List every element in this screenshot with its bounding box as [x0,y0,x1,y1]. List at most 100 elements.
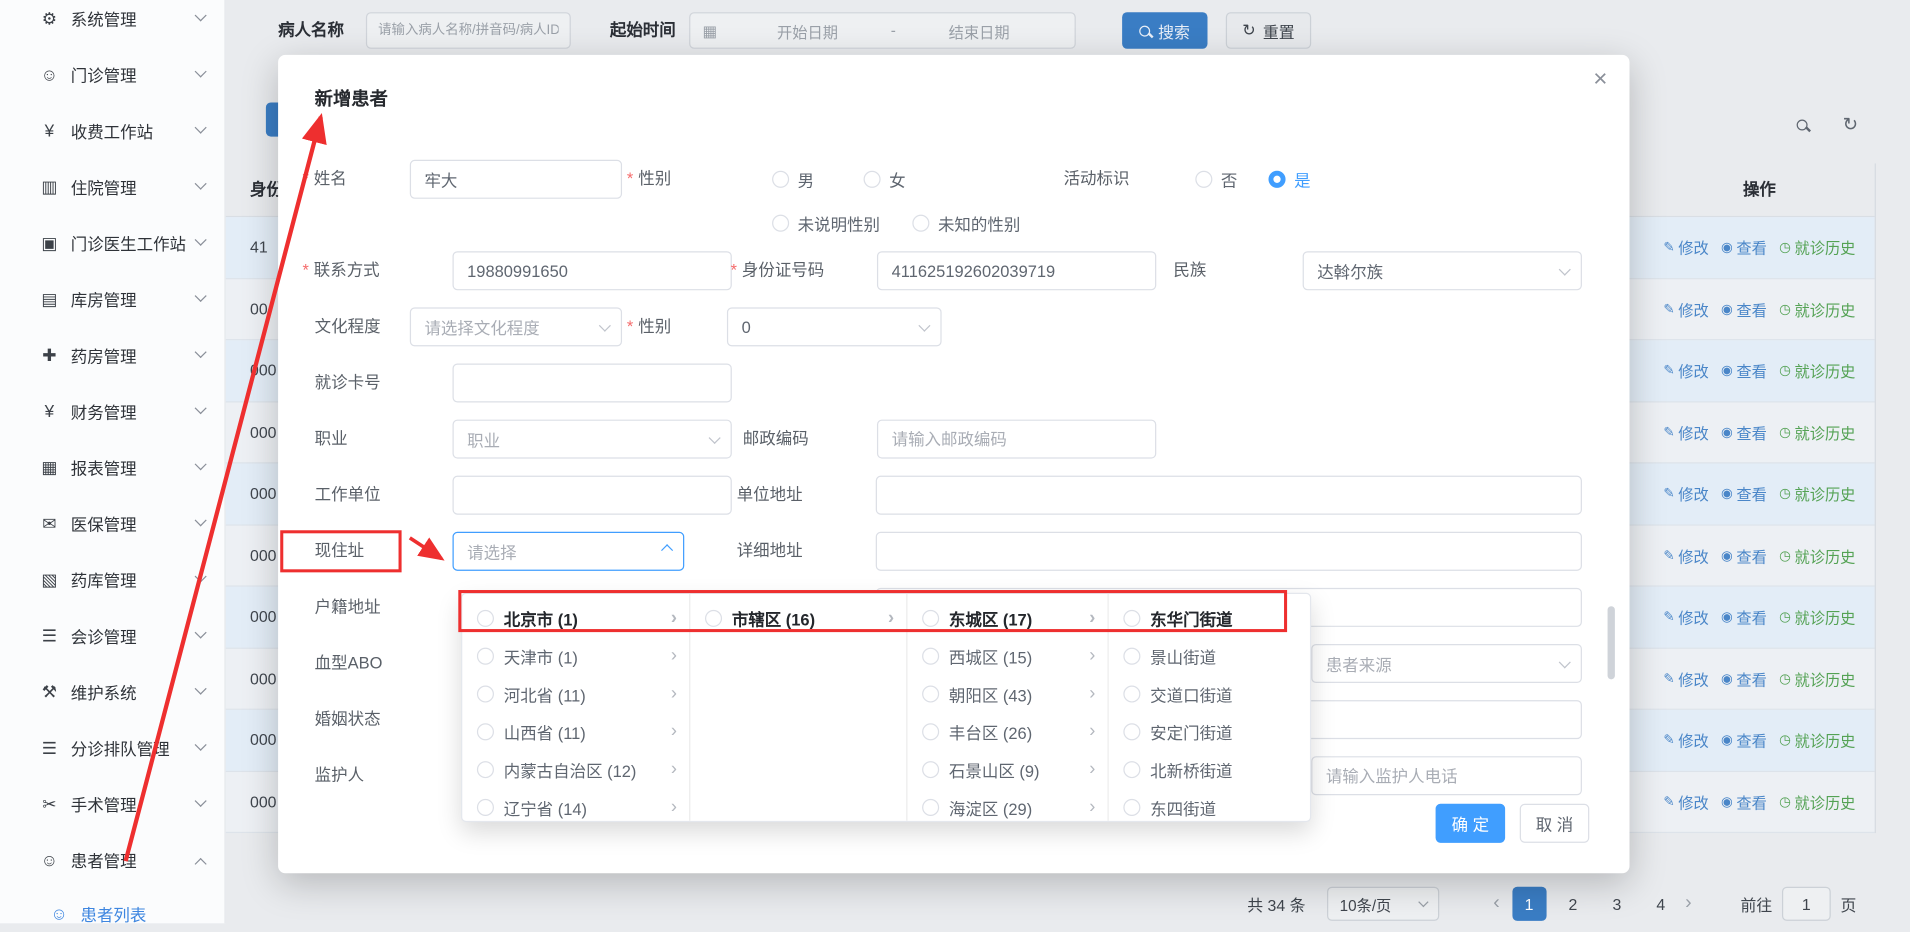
sidebar-item[interactable]: ▣ 门诊医生工作站 [0,215,224,271]
table-search-button[interactable] [1783,107,1820,141]
edit-link[interactable]: ✎ 修改 [1663,544,1708,567]
sidebar-item[interactable]: ▦ 报表管理 [0,439,224,495]
gender-radio-unstated[interactable]: 未说明性别 [772,204,880,243]
sidebar-item[interactable]: ☺ 患者管理 [0,832,224,888]
cascader-option-province[interactable]: 内蒙古自治区 (12) › [462,750,689,788]
radio-icon[interactable] [922,760,939,777]
patient-source-select[interactable]: 患者来源 [1311,644,1582,683]
cancel-button[interactable]: 取 消 [1520,804,1590,843]
cascader-option-district[interactable]: 朝阳区 (43) › [907,674,1107,712]
cascader-option-province[interactable]: 辽宁省 (14) › [462,788,689,822]
postal-code-input[interactable] [877,420,1156,459]
radio-icon[interactable] [705,609,722,626]
history-link[interactable]: ◷ 就诊历史 [1779,790,1855,813]
page-button[interactable]: 1 [1512,887,1546,921]
edit-link[interactable]: ✎ 修改 [1663,605,1708,628]
edit-link[interactable]: ✎ 修改 [1663,790,1708,813]
edit-link[interactable]: ✎ 修改 [1663,667,1708,690]
gender-radio-unknown[interactable]: 未知的性别 [912,204,1020,243]
education-select[interactable]: 请选择文化程度 [410,307,622,346]
table-refresh-button[interactable]: ↻ [1832,107,1869,141]
sidebar-item[interactable]: ⚙ 系统管理 [0,0,224,46]
cascader-option-district[interactable]: 石景山区 (9) › [907,750,1107,788]
radio-icon[interactable] [1123,723,1140,740]
history-link[interactable]: ◷ 就诊历史 [1779,359,1855,382]
view-link[interactable]: ◉ 查看 [1721,236,1767,259]
cascader-option-street[interactable]: 交道口街道 [1109,674,1311,712]
radio-icon[interactable] [922,647,939,664]
cascader-option-district[interactable]: 东城区 (17) › [907,599,1107,637]
page-button[interactable]: 3 [1600,887,1634,921]
page-button[interactable]: 2 [1556,887,1590,921]
radio-icon[interactable] [922,609,939,626]
name-input[interactable] [410,160,622,199]
prev-page-button[interactable]: ‹ [1493,893,1499,915]
radio-icon[interactable] [1123,760,1140,777]
edit-link[interactable]: ✎ 修改 [1663,236,1708,259]
sidebar-item[interactable]: ¥ 财务管理 [0,383,224,439]
radio-icon[interactable] [1123,609,1140,626]
date-range-picker[interactable]: ▦ 开始日期 - 结束日期 [689,12,1076,49]
view-link[interactable]: ◉ 查看 [1721,544,1767,567]
view-link[interactable]: ◉ 查看 [1721,359,1767,382]
sidebar-item[interactable]: ☰ 分诊排队管理 [0,720,224,776]
radio-icon[interactable] [922,685,939,702]
history-link[interactable]: ◷ 就诊历史 [1779,482,1855,505]
view-link[interactable]: ◉ 查看 [1721,420,1767,443]
radio-icon[interactable] [477,798,494,815]
modal-scrollbar[interactable] [1608,606,1615,679]
guardian-phone-input[interactable] [1311,756,1582,795]
sidebar-item-patient-list[interactable]: ☺ 患者列表 [0,895,224,932]
sidebar-item[interactable]: ☺ 门诊管理 [0,46,224,102]
close-icon[interactable]: × [1593,67,1607,91]
history-link[interactable]: ◷ 就诊历史 [1779,544,1855,567]
gender-radio-male[interactable]: 男 [772,160,814,199]
view-link[interactable]: ◉ 查看 [1721,297,1767,320]
sidebar-item[interactable]: ✉ 医保管理 [0,495,224,551]
edit-link[interactable]: ✎ 修改 [1663,728,1708,751]
current-address-cascader[interactable]: 请选择 [453,532,685,571]
radio-icon[interactable] [477,685,494,702]
history-link[interactable]: ◷ 就诊历史 [1779,236,1855,259]
visit-card-input[interactable] [453,363,732,402]
cascader-option-province[interactable]: 河北省 (11) › [462,674,689,712]
page-button[interactable]: 4 [1644,887,1678,921]
cascader-option-district[interactable]: 西城区 (15) › [907,637,1107,675]
sidebar-item[interactable]: ▧ 药库管理 [0,551,224,607]
active-flag-radio-yes[interactable]: 是 [1268,160,1310,199]
sidebar-item[interactable]: ✚ 药房管理 [0,327,224,383]
occupation-select[interactable]: 职业 [453,420,732,459]
contact-input[interactable] [453,251,732,290]
history-link[interactable]: ◷ 就诊历史 [1779,297,1855,320]
gender2-select[interactable]: 0 [727,307,942,346]
cascader-option-street[interactable]: 东四街道 [1109,788,1311,822]
detail-address-input[interactable] [876,532,1582,571]
patient-name-input[interactable] [366,12,571,49]
view-link[interactable]: ◉ 查看 [1721,667,1767,690]
cascader-option-province[interactable]: 山西省 (11) › [462,712,689,750]
sidebar-item[interactable]: ✂ 手术管理 [0,776,224,832]
view-link[interactable]: ◉ 查看 [1721,482,1767,505]
page-size-select[interactable]: 10条/页 [1327,887,1439,921]
cascader-option-city[interactable]: 市辖区 (16) › [690,599,906,637]
radio-icon[interactable] [477,647,494,664]
confirm-button[interactable]: 确 定 [1436,804,1506,843]
cascader-option-province[interactable]: 天津市 (1) › [462,637,689,675]
search-button[interactable]: 搜索 [1122,12,1207,49]
work-address-input[interactable] [876,476,1582,515]
radio-icon[interactable] [922,798,939,815]
cascader-option-province[interactable]: 北京市 (1) › [462,599,689,637]
sidebar-item[interactable]: ▥ 住院管理 [0,159,224,215]
sidebar-item[interactable]: ¥ 收费工作站 [0,102,224,158]
cascader-option-street[interactable]: 北新桥街道 [1109,750,1311,788]
sidebar-item[interactable]: ▤ 库房管理 [0,271,224,327]
sidebar-item[interactable]: ☰ 会诊管理 [0,607,224,663]
radio-icon[interactable] [1123,798,1140,815]
edit-link[interactable]: ✎ 修改 [1663,420,1708,443]
radio-icon[interactable] [477,609,494,626]
cascader-option-district[interactable]: 丰台区 (26) › [907,712,1107,750]
edit-link[interactable]: ✎ 修改 [1663,359,1708,382]
view-link[interactable]: ◉ 查看 [1721,605,1767,628]
history-link[interactable]: ◷ 就诊历史 [1779,420,1855,443]
next-page-button[interactable]: › [1685,893,1691,915]
